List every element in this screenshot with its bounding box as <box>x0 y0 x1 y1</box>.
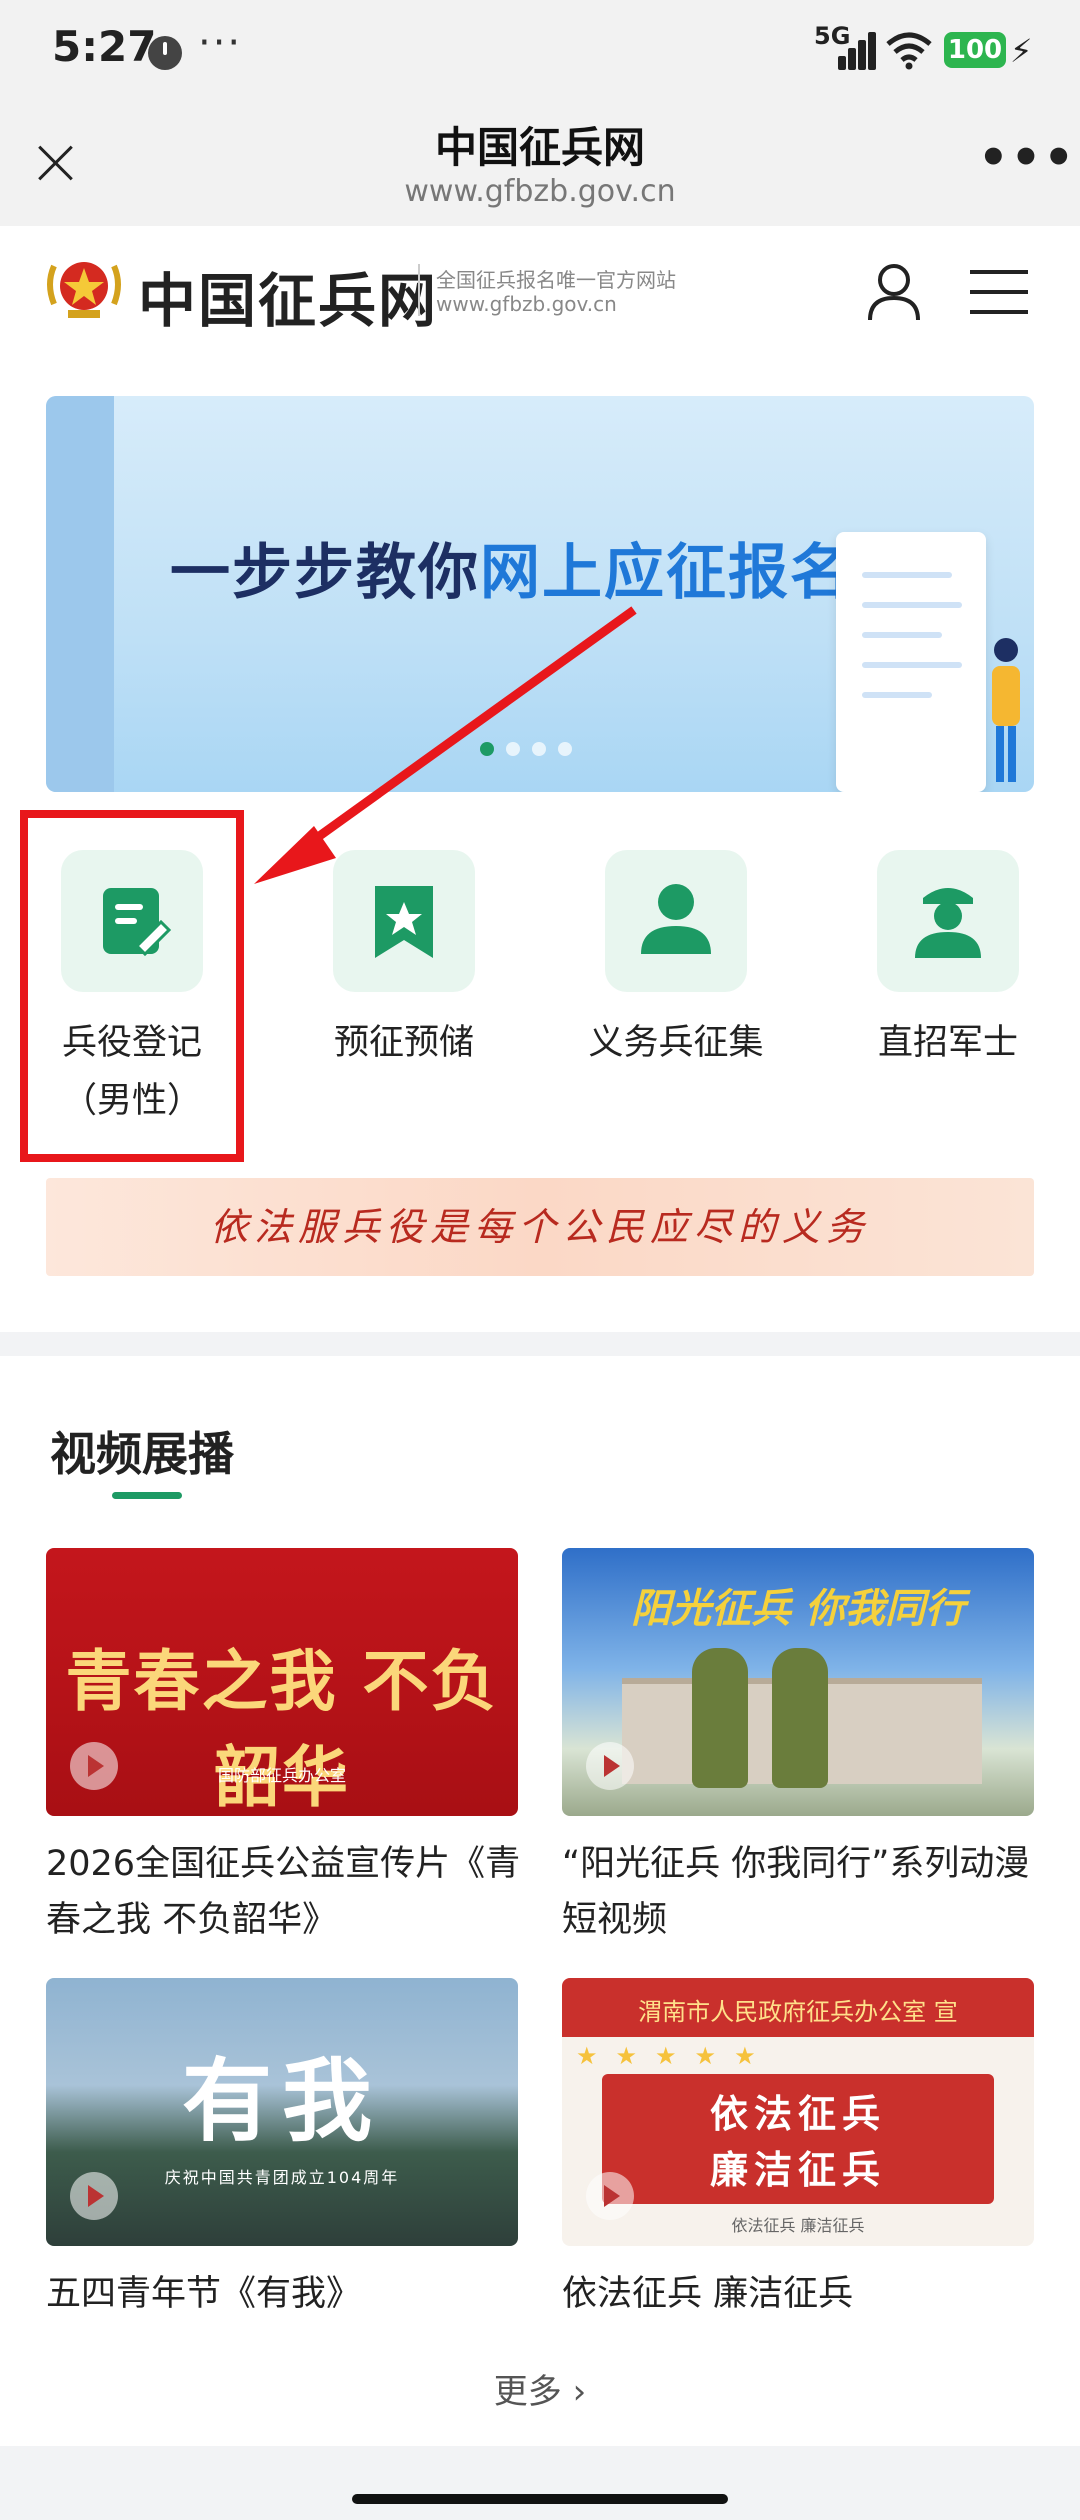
video-title[interactable]: “阳光征兵 你我同行”系列动漫短视频 <box>562 1836 1042 1948</box>
thumbnail-subtext: 依法征兵 廉洁征兵 <box>731 2216 865 2235</box>
soldier-icon <box>877 850 1019 992</box>
section-title-underline <box>112 1492 182 1499</box>
play-icon[interactable] <box>586 2172 634 2220</box>
video-thumbnail[interactable]: 有我 庆祝中国共青团成立104周年 <box>46 1978 518 2246</box>
charging-icon: ⚡ <box>1010 32 1033 70</box>
thumbnail-text: 阳光征兵 你我同行 <box>631 1586 965 1632</box>
slogan-banner: 依法服兵役是每个公民应尽的义务 <box>46 1178 1034 1276</box>
home-indicator[interactable] <box>352 2494 728 2504</box>
quick-entry-label: 预征预储 <box>333 1023 474 1063</box>
video-title[interactable]: 五四青年节《有我》 <box>46 2266 526 2322</box>
thumbnail-text: 有我 <box>182 2048 382 2154</box>
quick-entry-label: 义务兵征集 <box>588 1023 764 1063</box>
site-name[interactable]: 中国征兵网 <box>138 254 438 338</box>
site-url: www.gfbzb.gov.cn <box>436 292 617 316</box>
video-thumbnail[interactable]: 青春之我 不负韶华 国防部征兵办公室 <box>46 1548 518 1816</box>
red-arrow-annotation <box>254 606 637 884</box>
slogan-text: 依法服兵役是每个公民应尽的义务 <box>209 1205 870 1249</box>
browser-title-bar: 中国征兵网 www.gfbzb.gov.cn ••• <box>0 100 1080 226</box>
menu-icon[interactable] <box>970 268 1028 316</box>
status-time: 5:27 <box>52 22 157 71</box>
thumbnail-text: 青春之我 不负韶华 <box>65 1642 499 1816</box>
page-title: 中国征兵网 <box>434 123 645 172</box>
play-icon[interactable] <box>70 1742 118 1790</box>
status-bar: 5:27 ··· 5G 100 ⚡ <box>0 0 1080 100</box>
status-more-icon: ··· <box>198 20 243 66</box>
banner-decor <box>46 396 114 792</box>
site-tagline: 全国征兵报名唯一官方网站 <box>436 268 676 292</box>
quick-entry-label: 直招军士 <box>877 1023 1018 1063</box>
clock-icon <box>148 36 182 70</box>
play-icon[interactable] <box>586 1742 634 1790</box>
more-options-button[interactable]: ••• <box>978 130 1076 186</box>
battery-icon: 100 <box>944 32 1006 68</box>
signal-icon <box>830 30 878 70</box>
video-section: 视频展播 青春之我 不负韶华 国防部征兵办公室 2026全国征兵公益宣传片《青春… <box>0 1356 1080 2446</box>
more-videos-link[interactable]: 更多 › <box>0 2364 1080 2413</box>
banner-document-illustration <box>836 532 986 792</box>
quick-entry-direct-recruit[interactable]: 直招军士 <box>848 850 1048 1072</box>
video-thumbnail[interactable]: 阳光征兵 你我同行 <box>562 1548 1034 1816</box>
section-title: 视频展播 <box>50 1427 234 1481</box>
video-title[interactable]: 2026全国征兵公益宣传片《青春之我 不负韶华》 <box>46 1836 526 1948</box>
thumbnail-header: 渭南市人民政府征兵办公室 宣 <box>638 1998 958 2026</box>
divider <box>418 264 420 316</box>
thumbnail-soldier-figure <box>692 1648 748 1788</box>
user-icon[interactable] <box>866 262 922 322</box>
site-header: 中国征兵网 全国征兵报名唯一官方网站 www.gfbzb.gov.cn <box>0 226 1080 355</box>
wifi-icon <box>886 32 932 70</box>
play-icon[interactable] <box>70 2172 118 2220</box>
video-thumbnail[interactable]: 渭南市人民政府征兵办公室 宣 ★★★★★ 依法征兵 廉洁征兵 依法征兵 廉洁征兵 <box>562 1978 1034 2246</box>
emblem-logo <box>47 262 121 318</box>
page-url: www.gfbzb.gov.cn <box>404 174 676 209</box>
highlight-annotation-box <box>20 810 244 1162</box>
thumbnail-subtext: 庆祝中国共青团成立104周年 <box>164 2168 400 2187</box>
banner-person-illustration <box>992 638 1020 782</box>
thumbnail-soldier-figure <box>772 1648 828 1788</box>
video-title[interactable]: 依法征兵 廉洁征兵 <box>562 2266 1042 2322</box>
thumbnail-text: 依法征兵 廉洁征兵 <box>709 2092 886 2192</box>
stars-decor: ★★★★★ <box>576 2042 774 2070</box>
